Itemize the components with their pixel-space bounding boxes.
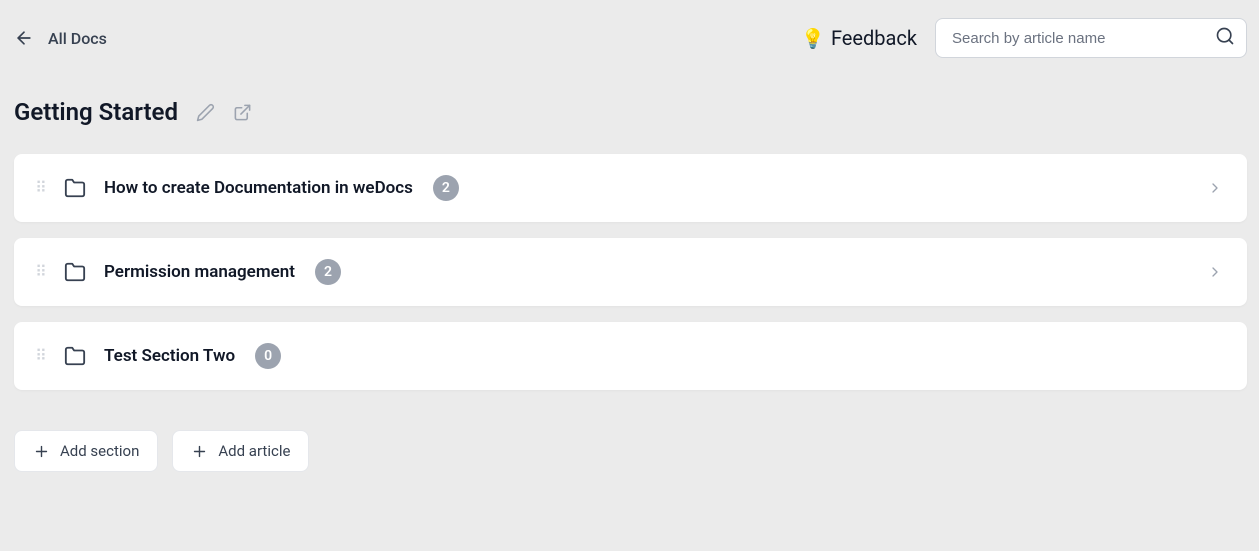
- folder-icon: [64, 261, 86, 283]
- plus-icon: [33, 443, 50, 460]
- chevron-right-icon: [1207, 264, 1223, 280]
- folder-icon: [64, 177, 86, 199]
- add-section-button[interactable]: Add section: [14, 430, 158, 472]
- section-title: Test Section Two: [104, 346, 235, 366]
- section-title: Permission management: [104, 262, 295, 282]
- external-link-icon[interactable]: [233, 103, 252, 122]
- feedback-link[interactable]: 💡 Feedback: [801, 26, 917, 50]
- section-row[interactable]: ⠿ How to create Documentation in weDocs …: [14, 154, 1247, 222]
- drag-handle-icon[interactable]: ⠿: [32, 268, 48, 276]
- folder-icon: [64, 345, 86, 367]
- edit-icon[interactable]: [196, 103, 215, 122]
- drag-handle-icon[interactable]: ⠿: [32, 184, 48, 192]
- count-badge: 2: [315, 259, 341, 285]
- actions-row: Add section Add article: [14, 430, 1247, 472]
- section-row[interactable]: ⠿ Test Section Two 0: [14, 322, 1247, 390]
- lightbulb-icon: 💡: [801, 29, 825, 48]
- add-article-button[interactable]: Add article: [172, 430, 309, 472]
- topbar: All Docs 💡 Feedback: [14, 18, 1247, 58]
- sections-list: ⠿ How to create Documentation in weDocs …: [14, 154, 1247, 390]
- add-section-label: Add section: [60, 442, 139, 460]
- drag-handle-icon[interactable]: ⠿: [32, 352, 48, 360]
- search-wrapper: [935, 18, 1247, 58]
- add-article-label: Add article: [218, 442, 290, 460]
- section-row[interactable]: ⠿ Permission management 2: [14, 238, 1247, 306]
- search-input[interactable]: [935, 18, 1247, 58]
- topbar-right: 💡 Feedback: [801, 18, 1247, 58]
- back-to-all-docs[interactable]: All Docs: [14, 28, 107, 48]
- feedback-label: Feedback: [831, 26, 917, 50]
- plus-icon: [191, 443, 208, 460]
- count-badge: 2: [433, 175, 459, 201]
- section-title: How to create Documentation in weDocs: [104, 178, 413, 198]
- count-badge: 0: [255, 343, 281, 369]
- title-row: Getting Started: [14, 98, 1247, 126]
- arrow-left-icon: [14, 28, 34, 48]
- chevron-right-icon: [1207, 180, 1223, 196]
- page-title: Getting Started: [14, 98, 178, 126]
- breadcrumb-label: All Docs: [48, 29, 107, 48]
